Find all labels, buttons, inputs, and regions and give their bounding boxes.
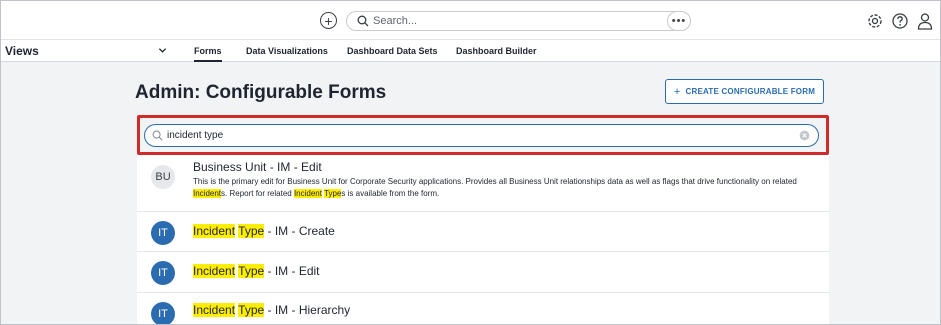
- tab-dashboard-data-sets[interactable]: Dashboard Data Sets: [347, 46, 438, 62]
- plus-icon: +: [673, 85, 681, 98]
- search-icon: [357, 15, 369, 27]
- tab-data-visualizations[interactable]: Data Visualizations: [246, 46, 328, 62]
- global-search-placeholder: Search...: [373, 15, 418, 27]
- create-button-label: CREATE CONFIGURABLE FORM: [685, 87, 816, 96]
- list-item-incident-type-im-hierarchy[interactable]: IT Incident Type - IM - Hierarchy: [137, 293, 829, 324]
- search-match: Incident: [193, 189, 222, 198]
- page-title: Admin: Configurable Forms: [135, 82, 387, 103]
- app-window: + Search... ••• Views Forms Data Visuali…: [0, 0, 941, 325]
- list-item-title[interactable]: Incident Type - IM - Edit: [193, 264, 320, 278]
- chevron-down-icon[interactable]: [158, 46, 167, 55]
- avatar: IT: [151, 221, 175, 245]
- settings-gear-icon[interactable]: [865, 11, 885, 31]
- add-icon[interactable]: +: [320, 12, 337, 29]
- main-content: Admin: Configurable Forms + CREATE CONFI…: [1, 62, 940, 324]
- list-item-business-unit-im-edit[interactable]: BU Business Unit - IM - Edit This is the…: [137, 155, 829, 212]
- list-item-title[interactable]: Incident Type - IM - Create: [193, 224, 335, 238]
- search-icon: [152, 130, 163, 141]
- search-match: Type: [324, 189, 342, 198]
- top-bar: + Search... •••: [1, 1, 940, 40]
- create-configurable-form-button[interactable]: + CREATE CONFIGURABLE FORM: [665, 79, 824, 104]
- list-item-incident-type-im-edit[interactable]: IT Incident Type - IM - Edit: [137, 252, 829, 293]
- list-item-title[interactable]: Incident Type - IM - Hierarchy: [193, 303, 350, 317]
- help-icon[interactable]: [890, 11, 910, 31]
- clear-search-icon[interactable]: [799, 130, 810, 141]
- views-menu-label[interactable]: Views: [5, 44, 39, 58]
- search-match: Incident: [293, 189, 322, 198]
- list-item-title[interactable]: Business Unit - IM - Edit: [193, 160, 322, 174]
- nav-row: Views Forms Data Visualizations Dashboar…: [1, 40, 940, 62]
- form-filter-input[interactable]: [167, 127, 787, 143]
- list-item-description: This is the primary edit for Business Un…: [193, 177, 797, 198]
- avatar: BU: [151, 165, 175, 189]
- list-item-incident-type-im-create[interactable]: IT Incident Type - IM - Create: [137, 212, 829, 252]
- more-options-icon[interactable]: •••: [667, 11, 691, 31]
- results-list: BU Business Unit - IM - Edit This is the…: [137, 155, 829, 324]
- tab-forms[interactable]: Forms: [194, 46, 222, 62]
- avatar: IT: [151, 261, 175, 285]
- user-profile-icon[interactable]: [915, 11, 935, 31]
- global-search[interactable]: Search... •••: [346, 11, 691, 31]
- avatar: IT: [151, 302, 175, 324]
- tab-dashboard-builder[interactable]: Dashboard Builder: [456, 46, 537, 62]
- form-filter-field: [144, 124, 819, 147]
